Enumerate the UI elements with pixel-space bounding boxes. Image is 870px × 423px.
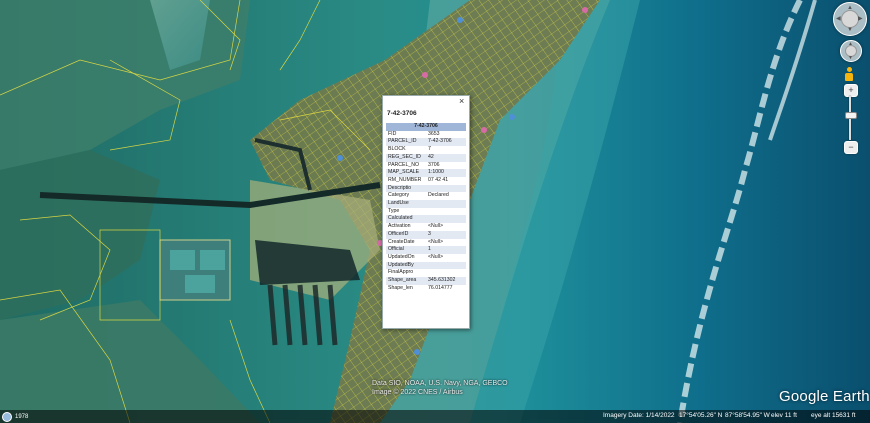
attribute-row: Activation <Null> [386,223,466,231]
zoom-out-button[interactable]: − [844,141,858,154]
pegman-body [845,73,853,81]
move-joystick-icon[interactable]: ▲ ▼ [840,40,862,62]
attribute-value: <Null> [428,223,443,230]
attribute-row: Shape_area 345.631302 [386,277,466,285]
popup-title: 7-42-3706 [387,110,417,117]
street-view-pegman-icon[interactable] [845,67,853,81]
attribute-key: UpdatedOn [388,253,415,260]
attribute-key: FinalAppro [388,269,414,276]
attribute-key: Shape_len [388,284,413,291]
attribute-row: FID 3653 [386,131,466,139]
attribute-key: Descriptio [386,184,426,193]
attribute-row: FinalAppro [386,269,466,277]
attribute-value: 7-42-3706 [426,138,466,147]
attribute-key: UpdatedBy [386,261,426,270]
attribute-value: 7 [428,146,431,153]
attribute-row: Calculated [386,215,466,224]
attribution-data: Data SIO, NOAA, U.S. Navy, NGA, GEBCO [372,380,508,387]
attribute-key: PARCEL_NO [388,161,420,168]
attribute-value: Declared [428,192,449,199]
attribute-row: Shape_len 76.014777 [386,285,466,293]
scale-icon [2,412,12,422]
table-header-row: 7-42-3706 [386,123,466,131]
parcel-info-popup: × 7-42-3706 7-42-3706 FID 3653 PARCEL_ID 7-… [382,95,470,329]
attribute-row: UpdatedOn <Null> [386,254,466,262]
attribute-value: 3653 [428,130,440,137]
attribute-key: REG_SEC_ID [386,153,426,162]
look-up-arrow-icon[interactable]: ▲ [847,5,853,11]
table-header: 7-42-3706 [386,123,466,131]
attribute-row: Descriptio [386,184,466,193]
attribute-row: Type [386,208,466,216]
attribute-value: 1 [426,246,466,254]
attribute-value [426,208,466,216]
map-attribution: Data SIO, NOAA, U.S. Navy, NGA, GEBCO Im… [372,379,508,397]
look-left-arrow-icon[interactable]: ◀ [836,16,841,22]
imagery-date: Imagery Date: 1/14/2022 [603,412,675,419]
attribute-key: Activation [388,223,411,230]
attribute-row: CreateDate <Null> [386,239,466,247]
attribute-row: PARCEL_ID 7-42-3706 [386,138,466,147]
attribute-row: OfficerID 3 [386,230,466,239]
move-down-arrow-icon[interactable]: ▼ [848,55,853,61]
google-earth-logo: Google Earth [779,388,870,405]
attribute-key: CreateDate [388,238,415,245]
attribute-value [426,269,466,277]
attribute-key: Calculated [386,215,426,224]
attribute-key: Official [386,246,426,254]
move-up-arrow-icon[interactable]: ▲ [848,41,853,47]
attribute-key: LandUse [386,200,426,208]
attribute-value: <Null> [428,253,443,260]
attribute-row: Category Declared [386,192,466,200]
attribute-value: 42 [426,153,466,162]
attribute-key: Category [388,192,410,199]
close-icon[interactable]: × [459,97,464,106]
zoom-in-button[interactable]: + [844,84,858,97]
attribute-value: 3706 [428,161,440,168]
zoom-slider[interactable]: + − [844,84,858,154]
attribute-row: Official 1 [386,246,466,254]
elevation: elev 11 ft [771,412,797,419]
attribute-value [426,215,466,224]
scale-label: 1978 [15,414,29,420]
look-right-arrow-icon[interactable]: ▶ [858,16,863,22]
attribute-row: PARCEL_NO 3706 [386,162,466,170]
latitude: 17°54'05.26" N [679,412,723,419]
status-bar: 1978 Imagery Date: 1/14/2022 17°54'05.26… [0,410,870,423]
attribute-value [426,200,466,208]
eye-altitude: eye alt 15631 ft [811,412,856,419]
attribute-value: 3 [426,230,466,239]
attribute-value: 1:1000 [426,169,466,177]
attribute-table: 7-42-3706 FID 3653 PARCEL_ID 7-42-3706 BLOCK… [386,123,466,292]
attribute-key: OfficerID [386,230,426,239]
scale-legend: 1978 [2,412,28,422]
attribute-key: Shape_area [386,277,426,285]
attribute-row: BLOCK 7 [386,146,466,154]
attribute-row: UpdatedBy [386,261,466,270]
attribute-key: BLOCK [388,146,406,153]
look-joystick-ring[interactable] [841,10,859,28]
attribute-row: REG_SEC_ID 42 [386,153,466,162]
attribute-key: RM_NUMBER [388,176,422,183]
look-down-arrow-icon[interactable]: ▼ [847,27,853,33]
attribution-image: Image © 2022 CNES / Airbus [372,389,463,396]
attribute-key: FID [388,130,397,137]
pegman-head [846,67,852,72]
attribute-key: Type [388,207,400,214]
attribute-row: RM_NUMBER 07 42 41 [386,177,466,185]
attribute-value: <Null> [428,238,443,245]
attribute-value [426,261,466,270]
attribute-value: 07 42 41 [428,176,449,183]
look-joystick-icon[interactable]: ▲ ▼ ◀ ▶ [833,2,867,36]
longitude: 87°58'54.95" W [725,412,770,419]
attribute-row: LandUse [386,200,466,208]
attribute-value [426,184,466,193]
attribute-value: 345.631302 [426,277,466,285]
zoom-thumb[interactable] [845,111,857,119]
attribute-key: MAP_SCALE [386,169,426,177]
attribute-key: PARCEL_ID [386,138,426,147]
attribute-row: MAP_SCALE 1:1000 [386,169,466,177]
attribute-value: 76.014777 [428,284,453,291]
